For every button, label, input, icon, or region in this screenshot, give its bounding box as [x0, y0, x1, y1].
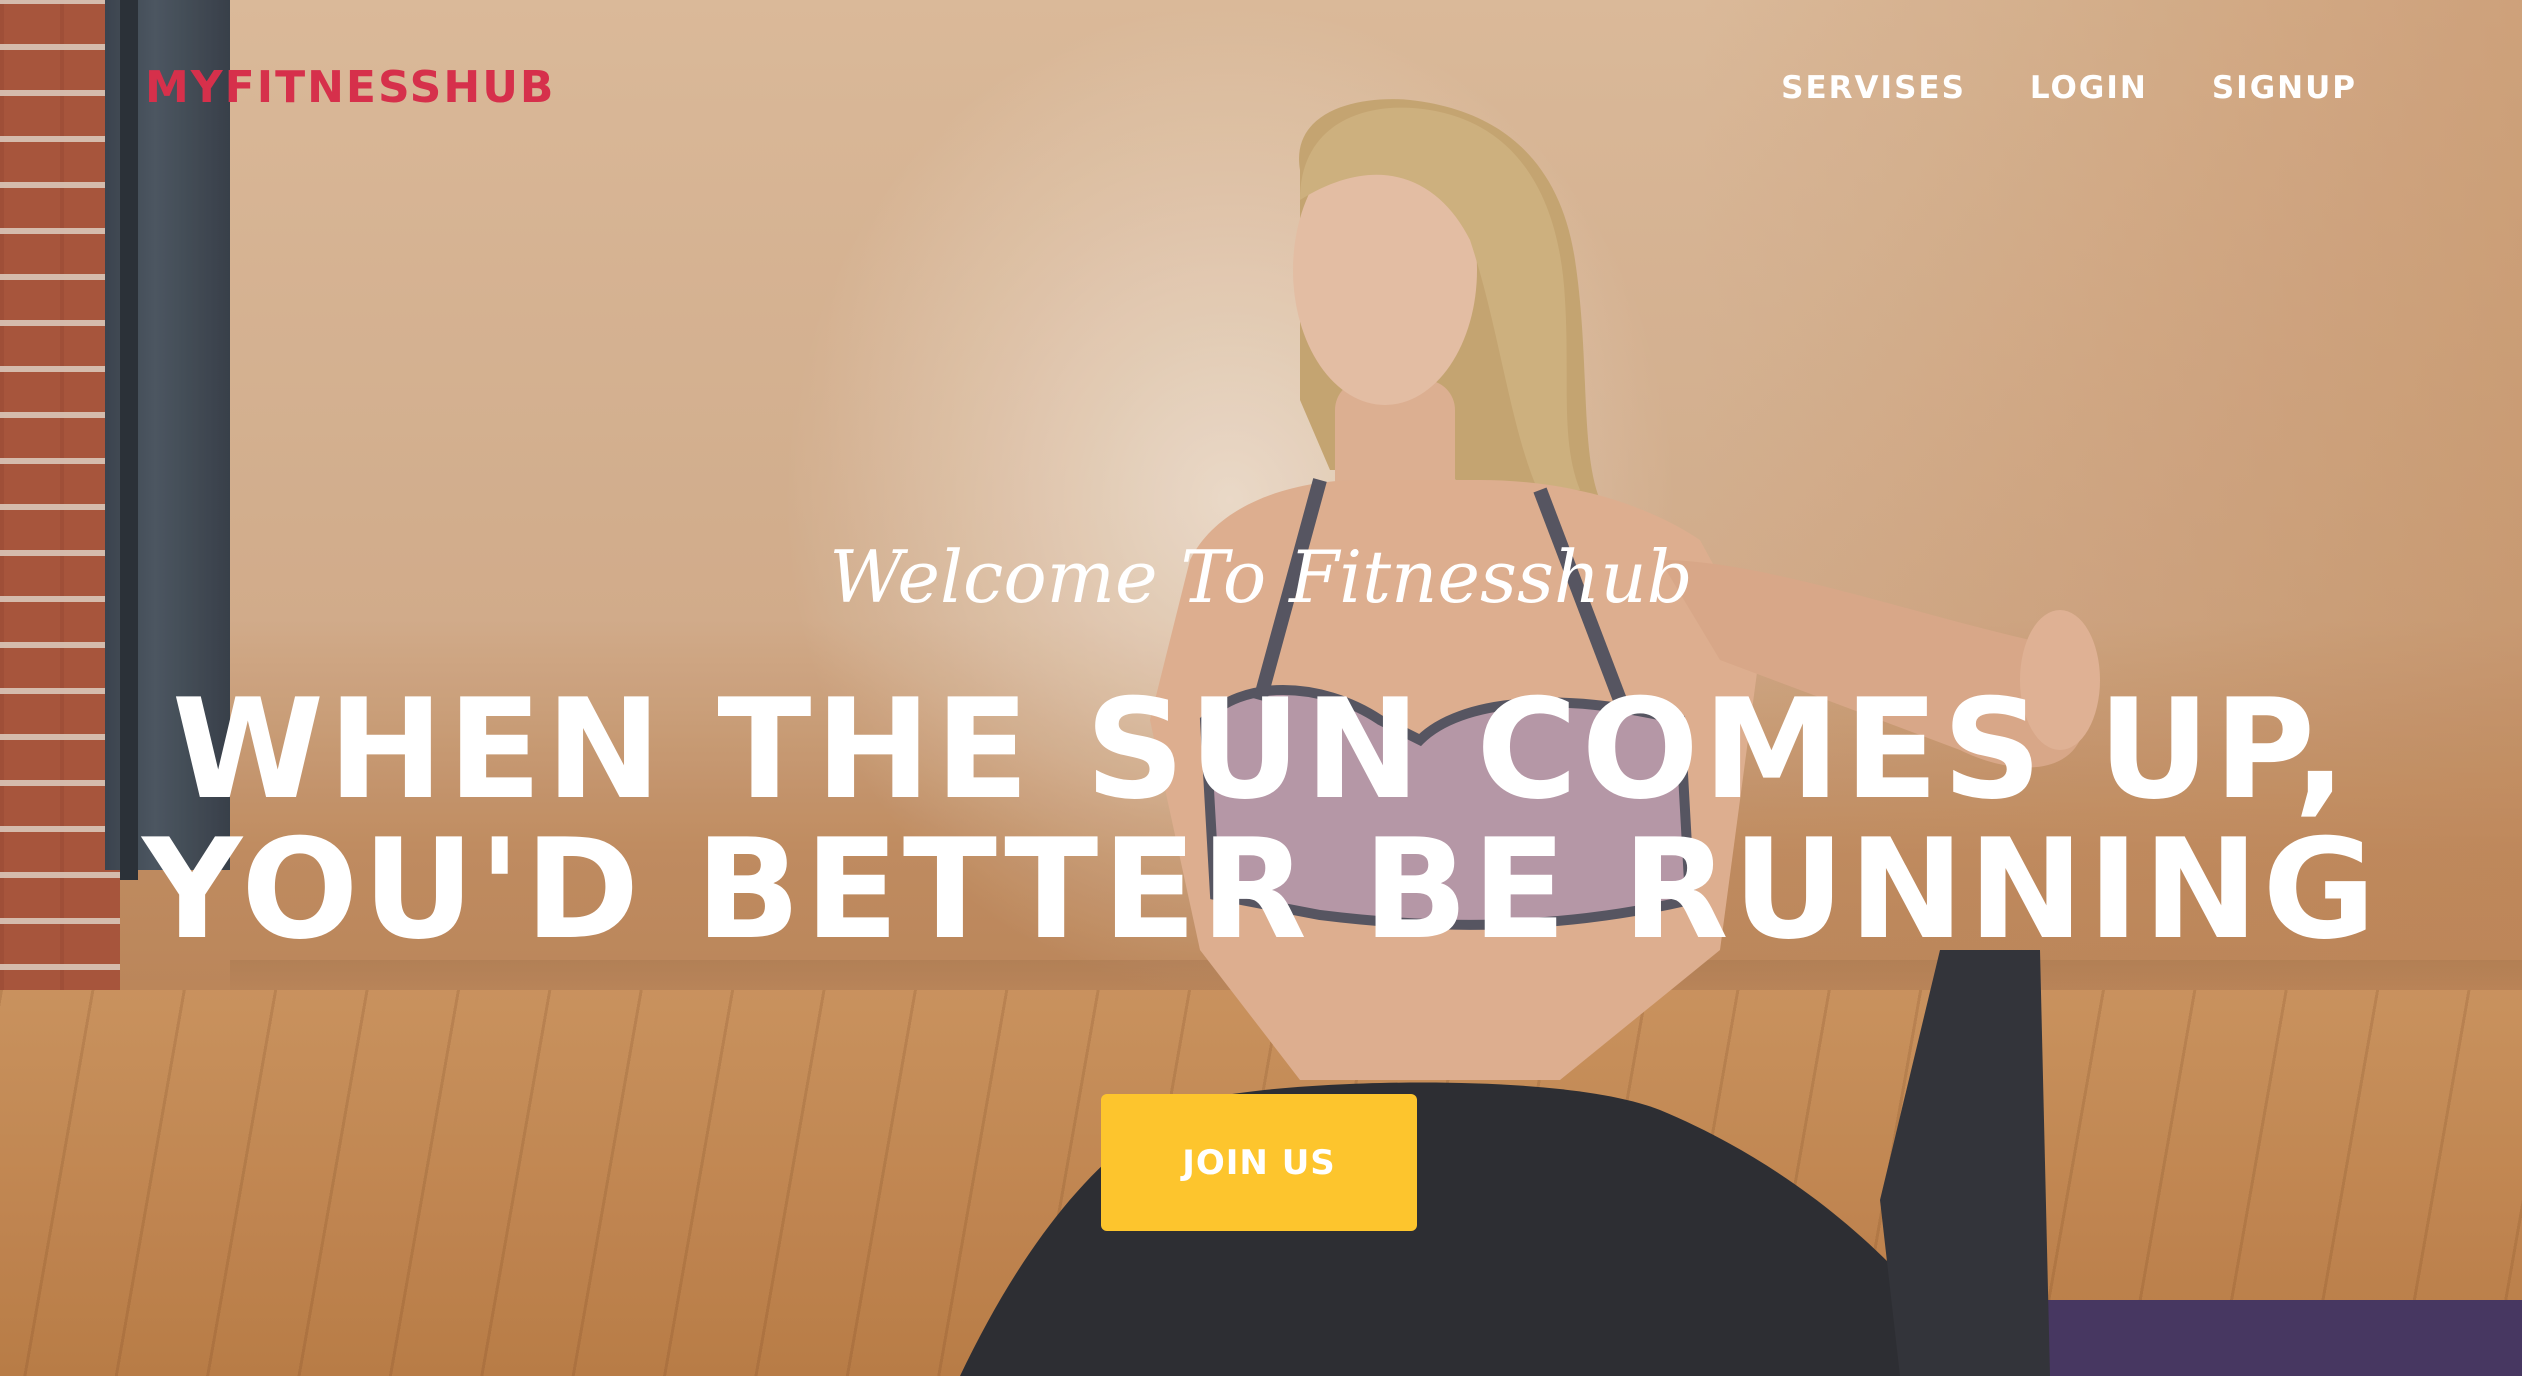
headline-line-1: WHEN THE SUN COMES UP,: [171, 669, 2351, 830]
brand-logo[interactable]: MYFITNESSHUB: [145, 62, 555, 113]
hero-section: MYFITNESSHUB SERVISES LOGIN SIGNUP Welco…: [0, 0, 2522, 1376]
join-us-button[interactable]: JOIN US: [1101, 1094, 1417, 1231]
nav-item-login[interactable]: LOGIN: [2030, 70, 2148, 106]
nav-item-signup[interactable]: SIGNUP: [2212, 70, 2357, 106]
nav-item-services[interactable]: SERVISES: [1781, 70, 1966, 106]
welcome-subtitle: Welcome To Fitnesshub: [829, 535, 1693, 619]
top-navigation: MYFITNESSHUB SERVISES LOGIN SIGNUP: [0, 0, 2522, 180]
nav-links: SERVISES LOGIN SIGNUP: [1781, 70, 2357, 106]
hero-headline: WHEN THE SUN COMES UP, YOU'D BETTER BE R…: [0, 680, 2522, 960]
headline-line-2: YOU'D BETTER BE RUNNING: [142, 809, 2380, 970]
